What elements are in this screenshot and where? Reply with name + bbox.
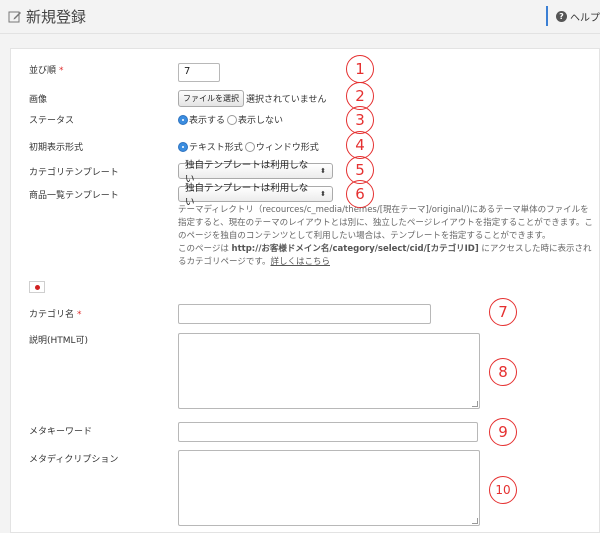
display-option-window: ウィンドウ形式 (255, 143, 319, 153)
annotation-7: 7 (489, 298, 517, 326)
page-title: 新規登録 (8, 6, 86, 27)
file-status-text: 選択されていません (246, 95, 327, 105)
required-mark: * (59, 66, 64, 76)
annotation-4: 4 (346, 131, 374, 159)
initial-display-label: 初期表示形式 (29, 143, 84, 153)
image-label: 画像 (29, 95, 48, 105)
product-list-template-select[interactable]: 独自テンプレートは利用しない ⬍ (178, 183, 333, 208)
note-line: テーマディレクトリ（recources/c_media/themes/[現在テー… (178, 205, 589, 215)
template-help-note: テーマディレクトリ（recources/c_media/themes/[現在テー… (178, 204, 593, 269)
category-template-select[interactable]: 独自テンプレートは利用しない ⬍ (178, 160, 333, 185)
details-link[interactable]: 詳しくはこちら (270, 257, 330, 267)
resize-handle-icon[interactable] (472, 518, 478, 524)
page-title-text: 新規登録 (26, 8, 87, 26)
display-option-text: テキスト形式 (189, 143, 243, 153)
status-label: ステータス (29, 116, 75, 126)
note-line: 指定すると、現在のテーマのレイアウトとは別に、独立したページレイアウトを指定する… (178, 218, 593, 228)
select-arrows-icon: ⬍ (320, 190, 326, 198)
pencil-edit-icon (8, 11, 21, 22)
annotation-9: 9 (489, 418, 517, 446)
display-radio-text[interactable] (178, 141, 188, 152)
meta-keywords-input[interactable] (178, 422, 478, 442)
description-textarea[interactable] (178, 333, 480, 409)
japan-flag-icon[interactable] (29, 281, 45, 293)
meta-keywords-label: メタキーワード (29, 427, 93, 437)
question-circle-icon: ? (556, 10, 567, 22)
category-template-label: カテゴリテンプレート (29, 168, 119, 178)
status-option-hide: 表示しない (238, 116, 284, 126)
annotation-10: 10 (489, 476, 517, 504)
file-select-button[interactable]: ファイルを選択 (178, 90, 244, 107)
meta-description-textarea[interactable] (178, 450, 480, 526)
note-line: このページは http://お客様ドメイン名/category/select/c… (178, 244, 592, 254)
help-label: ヘルプ (570, 12, 600, 24)
required-mark: * (77, 310, 82, 320)
page-header: 新規登録 ? ヘルプ (0, 0, 600, 34)
note-line: のページを独自のコンテンツとして利用したい場合は、テンプレートを指定することがで… (178, 231, 551, 241)
display-radio-window[interactable] (244, 141, 255, 152)
select-arrows-icon: ⬍ (320, 167, 326, 175)
status-radio-group: 表示する 表示しない (178, 113, 285, 126)
status-radio-hide[interactable] (227, 114, 238, 125)
description-label: 説明(HTML可) (29, 336, 89, 346)
annotation-8: 8 (489, 358, 517, 386)
annotation-6: 6 (346, 180, 374, 208)
note-url: http://お客様ドメイン名/category/select/cid/[カテゴ… (231, 244, 479, 254)
status-radio-show[interactable] (178, 114, 188, 125)
meta-description-label: メタディクリプション (29, 455, 119, 465)
category-name-label: カテゴリ名 * (29, 310, 82, 320)
help-button[interactable]: ? ヘルプ (546, 6, 600, 26)
status-option-show: 表示する (189, 116, 226, 126)
order-label: 並び順 * (29, 66, 64, 76)
resize-handle-icon[interactable] (472, 401, 478, 407)
annotation-3: 3 (346, 106, 374, 134)
category-name-input[interactable] (178, 304, 431, 324)
note-line: るカテゴリページです。詳しくはこちら (178, 257, 330, 267)
order-input[interactable]: 7 (178, 63, 220, 82)
initial-display-radio-group: テキスト形式 ウィンドウ形式 (178, 140, 321, 153)
product-list-template-label: 商品一覧テンプレート (29, 191, 119, 201)
annotation-1: 1 (346, 55, 374, 83)
